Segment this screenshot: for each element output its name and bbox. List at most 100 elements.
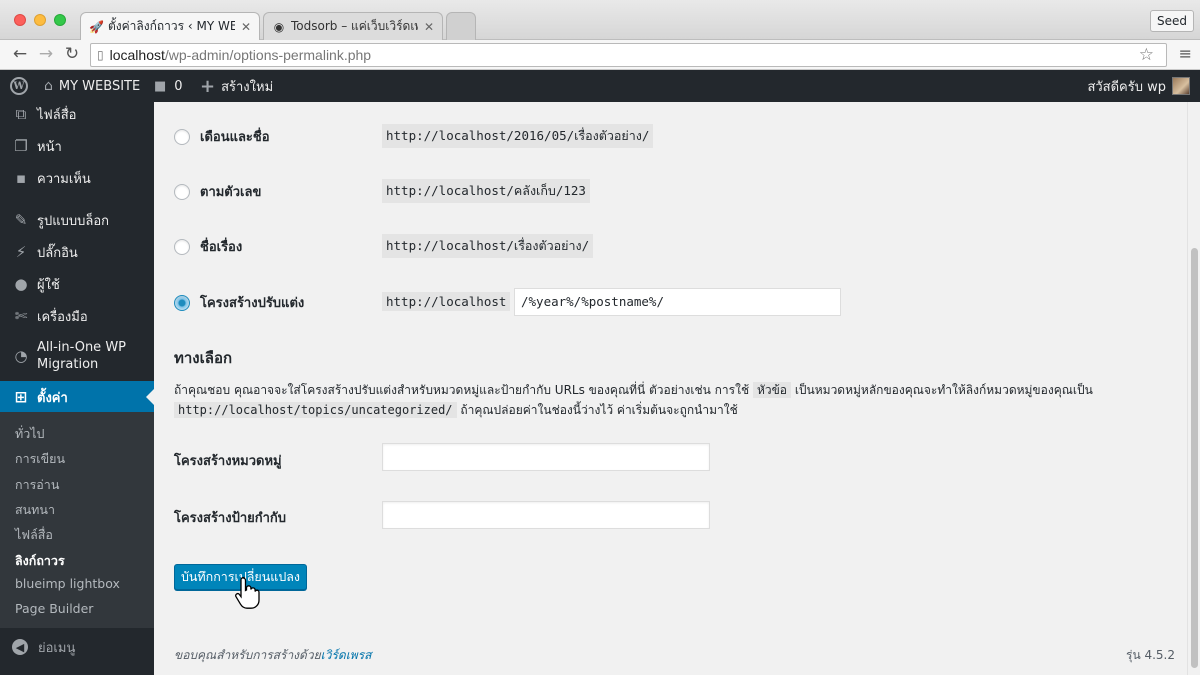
comment-bubble-icon: ■	[154, 78, 167, 94]
sidebar-item-label: All-in-One WP Migration	[37, 340, 127, 372]
custom-structure-input[interactable]: /%year%/%postname%/	[514, 288, 841, 316]
tag-base-input[interactable]	[382, 501, 710, 529]
scrollbar-thumb[interactable]	[1191, 248, 1198, 668]
footer-version: รุ่น 4.5.2	[1126, 648, 1175, 662]
media-icon: ⧉	[15, 105, 27, 123]
browser-tab-bar: 🚀 ตั้งค่าลิงก์ถาวร ‹ MY WEBSITE ✕ ◉ Tods…	[0, 0, 1200, 40]
radio-post-name[interactable]	[174, 238, 190, 255]
sidebar-item-label: ผู้ใช้	[37, 277, 60, 293]
sidebar-item-users[interactable]: ● ผู้ใช้	[0, 268, 154, 300]
close-tab-icon[interactable]: ✕	[424, 20, 434, 34]
admin-sidebar: ⧉ ไฟล์สื่อ ❐ หน้า ▪ ความเห็น ✎ รูปแบบบล็…	[0, 102, 154, 675]
plus-icon: +	[200, 75, 216, 97]
reload-icon[interactable]: ↻	[62, 44, 82, 64]
footer-thanks-text: ขอบคุณสำหรับการสร้างด้วย	[174, 648, 321, 662]
github-icon: ◉	[273, 19, 285, 34]
back-arrow-icon[interactable]: ←	[10, 44, 30, 64]
radio-custom-structure[interactable]	[174, 294, 190, 311]
option-label: ตามตัวเลข	[200, 185, 262, 200]
minimize-window-button[interactable]	[34, 14, 46, 26]
permalink-option-month-name: เดือนและชื่อ	[174, 126, 270, 147]
collapse-menu-label: ย่อเมนู	[38, 640, 76, 656]
submenu-item-blueimp-lightbox[interactable]: blueimp lightbox	[15, 576, 120, 591]
browser-toolbar: ← → ↻ ▯ localhost/wp-admin/options-perma…	[0, 40, 1200, 70]
desc-text: เป็นหมวดหมู่หลักของคุณจะทำให้ลิงก์หมวดหม…	[794, 383, 1093, 397]
new-content-link[interactable]: + สร้างใหม่	[200, 70, 273, 102]
profile-button[interactable]: Seed	[1150, 10, 1194, 32]
user-account-menu[interactable]: สวัสดีครับ wp	[1087, 70, 1190, 102]
home-icon: ⌂	[44, 78, 53, 94]
radio-month-name[interactable]	[174, 128, 190, 145]
custom-structure-base-url: http://localhost	[382, 292, 511, 311]
comments-count: 0	[174, 78, 183, 94]
bookmark-star-icon[interactable]: ☆	[1139, 45, 1154, 65]
submenu-item-discussion[interactable]: สนทนา	[15, 500, 55, 520]
users-icon: ●	[14, 275, 28, 293]
sidebar-item-label: ความเห็น	[37, 171, 91, 187]
tools-icon: ✄	[14, 307, 28, 325]
submenu-item-media[interactable]: ไฟล์สื่อ	[15, 525, 53, 545]
sidebar-item-appearance[interactable]: ✎ รูปแบบบล็อก	[0, 204, 154, 236]
close-window-button[interactable]	[14, 14, 26, 26]
permalink-option-custom: โครงสร้างปรับแต่ง	[174, 292, 304, 313]
category-base-input[interactable]	[382, 443, 710, 471]
browser-menu-icon[interactable]: ≡	[1179, 44, 1192, 63]
browser-tab-permalink[interactable]: 🚀 ตั้งค่าลิงก์ถาวร ‹ MY WEBSITE ✕	[80, 12, 260, 40]
address-bar[interactable]: ▯ localhost/wp-admin/options-permalink.p…	[90, 43, 1167, 67]
sidebar-item-label: ไฟล์สื่อ	[37, 107, 77, 123]
page-scrollbar[interactable]	[1187, 102, 1200, 675]
submenu-item-permalinks[interactable]: ลิงก์ถาวร	[15, 551, 65, 571]
submenu-item-reading[interactable]: การอ่าน	[15, 475, 59, 495]
submenu-item-writing[interactable]: การเขียน	[15, 449, 65, 469]
maximize-window-button[interactable]	[54, 14, 66, 26]
sidebar-item-settings[interactable]: ⊞ ตั้งค่า	[0, 381, 154, 413]
new-tab-button[interactable]	[446, 12, 476, 40]
browser-tab-todsorb[interactable]: ◉ Todsorb – แค่เว็บเวิร์ดเพรสเว็บ ✕	[263, 12, 443, 40]
desc-text: ถ้าคุณปล่อยค่าในช่องนี้ว่างไว้ ค่าเริ่มต…	[460, 403, 738, 417]
url-host: localhost	[109, 47, 165, 63]
sidebar-item-label: ปลั๊กอิน	[37, 245, 78, 261]
rocket-icon: 🚀	[89, 19, 104, 34]
settings-content: เดือนและชื่อ http://localhost/2016/05/เร…	[154, 102, 1187, 675]
settings-submenu: ทั่วไป การเขียน การอ่าน สนทนา ไฟล์สื่อ ล…	[0, 412, 154, 628]
desc-text: ถ้าคุณชอบ คุณอาจจะใส่โครงสร้างปรับแต่งสำ…	[174, 383, 750, 397]
comments-link[interactable]: ■ 0	[154, 70, 183, 102]
comments-icon: ▪	[15, 169, 27, 187]
sidebar-item-pages[interactable]: ❐ หน้า	[0, 130, 154, 162]
wordpress-link[interactable]: เวิร์ดเพรส	[321, 648, 372, 662]
sidebar-item-tools[interactable]: ✄ เครื่องมือ	[0, 300, 154, 332]
sidebar-item-label: หน้า	[37, 139, 62, 155]
sidebar-item-plugins[interactable]: ⚡ ปลั๊กอิน	[0, 236, 154, 268]
plugins-icon: ⚡	[15, 243, 27, 261]
example-url: http://localhost/2016/05/เรื่องตัวอย่าง/	[382, 124, 654, 148]
permalink-option-post-name: ชื่อเรื่อง	[174, 236, 242, 257]
sidebar-item-label: เครื่องมือ	[37, 309, 88, 325]
section-title-optional: ทางเลือก	[174, 349, 233, 367]
radio-numeric[interactable]	[174, 183, 190, 200]
permalink-option-numeric: ตามตัวเลข	[174, 181, 261, 202]
collapse-menu-button[interactable]: ◀ ย่อเมนู	[0, 634, 154, 660]
page-icon: ▯	[97, 48, 104, 62]
pages-icon: ❐	[14, 137, 28, 155]
submenu-item-general[interactable]: ทั่วไป	[15, 424, 44, 444]
sidebar-item-comments[interactable]: ▪ ความเห็น	[0, 162, 154, 194]
wp-admin-bar: W ⌂ MY WEBSITE ■ 0 + สร้างใหม่ สวัสดีครั…	[0, 70, 1200, 102]
collapse-arrow-icon: ◀	[12, 639, 28, 655]
appearance-icon: ✎	[14, 211, 28, 229]
site-name: MY WEBSITE	[58, 78, 141, 94]
new-content-label: สร้างใหม่	[221, 79, 274, 95]
forward-arrow-icon[interactable]: →	[36, 44, 56, 64]
example-url: http://localhost/เรื่องตัวอย่าง/	[382, 234, 594, 258]
example-url: http://localhost/คลังเก็บ/123	[382, 179, 590, 203]
wordpress-logo-icon: W	[10, 77, 28, 95]
tag-base-label: โครงสร้างป้ายกำกับ	[174, 511, 287, 526]
tab-title: Todsorb – แค่เว็บเวิร์ดเพรสเว็บ	[291, 19, 418, 33]
sidebar-item-all-in-one-wp-migration[interactable]: ◔ All-in-One WP Migration	[0, 335, 154, 377]
close-tab-icon[interactable]: ✕	[241, 20, 251, 34]
user-greeting: สวัสดีครับ wp	[1087, 79, 1166, 95]
migration-icon: ◔	[14, 346, 28, 365]
sidebar-item-media[interactable]: ⧉ ไฟล์สื่อ	[0, 98, 154, 130]
optional-description: ถ้าคุณชอบ คุณอาจจะใส่โครงสร้างปรับแต่งสำ…	[174, 380, 1164, 420]
tab-title: ตั้งค่าลิงก์ถาวร ‹ MY WEBSITE	[108, 19, 235, 33]
submenu-item-page-builder[interactable]: Page Builder	[15, 601, 93, 616]
